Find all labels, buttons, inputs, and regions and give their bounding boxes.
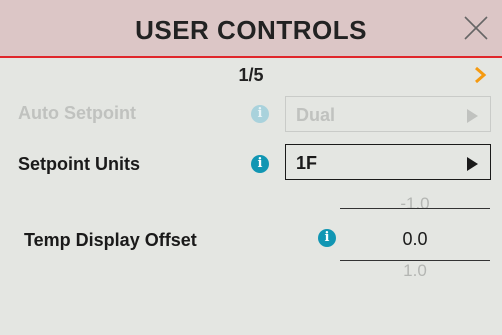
setpoint-units-label: Setpoint Units [18,154,140,174]
title-bar: USER CONTROLS [0,0,502,58]
chevron-right-icon[interactable] [472,66,488,84]
close-icon[interactable] [462,14,490,42]
pager: 1/5 [0,62,502,88]
play-arrow-icon [467,157,478,171]
auto-setpoint-select: Dual [285,96,491,132]
spinner-top-divider [340,208,490,209]
offset-current-value[interactable]: 0.0 [340,229,490,250]
setpoint-units-select[interactable]: 1F [285,144,491,180]
offset-prev-value[interactable]: -1.0 [340,194,490,214]
offset-next-value[interactable]: 1.0 [340,261,490,281]
auto-setpoint-label: Auto Setpoint [18,103,136,123]
auto-setpoint-value: Dual [296,105,336,125]
play-arrow-icon [467,109,478,123]
temp-display-offset-label: Temp Display Offset [24,230,197,250]
setpoint-units-value: 1F [296,153,318,173]
page-indicator: 1/5 [238,65,264,85]
setpoint-units-info-icon[interactable]: i [251,155,269,173]
page-title: USER CONTROLS [135,15,367,45]
auto-setpoint-info-icon: i [251,105,269,123]
temp-display-offset-info-icon[interactable]: i [318,229,336,247]
